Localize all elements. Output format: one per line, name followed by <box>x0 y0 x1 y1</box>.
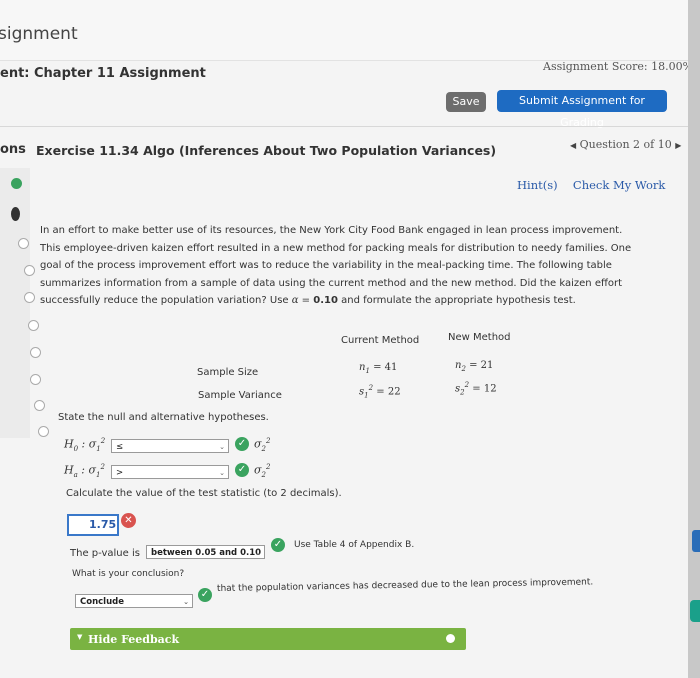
side-tab[interactable] <box>690 600 700 622</box>
problem-line: successfully reduce the population varia… <box>40 295 576 306</box>
question-status-icon[interactable] <box>11 178 22 189</box>
side-tab[interactable] <box>692 530 700 552</box>
save-button[interactable]: Save <box>446 92 486 112</box>
column-header-new: New Method <box>448 332 511 343</box>
problem-line: summarizes information from a sample of … <box>40 277 623 289</box>
pvalue-note: Use Table 4 of Appendix B. <box>294 540 415 550</box>
s1-value: s12 = 22 <box>359 384 401 400</box>
pvalue-select[interactable]: between 0.05 and 0.10 ⌄ <box>146 545 265 559</box>
ha-operator-select[interactable]: > ⌄ <box>111 465 229 479</box>
s2-value: s22 = 12 <box>455 381 497 397</box>
sidebar-tab-questions[interactable]: ons <box>0 142 26 157</box>
submit-assignment-button[interactable]: Submit Assignment for Grading <box>497 90 667 129</box>
exercise-title: Exercise 11.34 Algo (Inferences About Tw… <box>36 143 497 158</box>
feedback-toggle-icon[interactable] <box>446 634 455 643</box>
question-status-icon[interactable] <box>30 347 41 358</box>
hide-feedback-button[interactable]: Hide Feedback <box>70 628 466 650</box>
question-status-icon[interactable] <box>11 207 20 221</box>
n2-value: n2 = 21 <box>455 360 494 373</box>
correct-check-icon: ✓ <box>198 588 212 602</box>
problem-statement: In an effort to make better use of its r… <box>40 222 660 310</box>
hypotheses-prompt: State the null and alternative hypothese… <box>58 412 269 423</box>
problem-line: This employee-driven kaizen effort resul… <box>40 242 632 254</box>
correct-check-icon: ✓ <box>235 437 249 451</box>
divider <box>0 126 688 127</box>
column-header-current: Current Method <box>341 335 420 346</box>
question-status-icon[interactable] <box>34 400 45 411</box>
correct-check-icon: ✓ <box>271 538 285 552</box>
window-title: signment <box>0 24 78 44</box>
n1-value: n1 = 41 <box>359 362 398 375</box>
question-navigation: ◀ Question 2 of 10 ▶ <box>570 138 681 151</box>
question-status-icon[interactable] <box>18 238 29 249</box>
row-label-sample-variance: Sample Variance <box>198 390 282 401</box>
question-status-icon[interactable] <box>24 265 35 276</box>
test-statistic-input[interactable]: 1.75 <box>67 514 119 536</box>
help-links: Hint(s) Check My Work <box>517 178 665 192</box>
question-status-icon[interactable] <box>30 374 41 385</box>
assignment-score: Assignment Score: 18.00% <box>543 60 694 73</box>
h0-operator-select[interactable]: ≤ ⌄ <box>111 439 229 453</box>
incorrect-x-icon: ✕ <box>121 513 136 528</box>
question-status-icon[interactable] <box>38 426 49 437</box>
caret-down-icon: ▼ <box>77 633 83 641</box>
ha-rhs: σ22 <box>254 463 271 479</box>
statistic-prompt: Calculate the value of the test statisti… <box>66 488 342 499</box>
assignment-title: ent: Chapter 11 Assignment <box>0 66 206 81</box>
correct-check-icon: ✓ <box>235 463 249 477</box>
problem-line: In an effort to make better use of its r… <box>40 225 623 236</box>
triangle-left-icon[interactable]: ◀ <box>570 141 576 150</box>
top-bar <box>0 0 688 61</box>
triangle-right-icon[interactable]: ▶ <box>675 141 681 150</box>
alpha-value: 0.10 <box>313 295 338 306</box>
question-status-icon[interactable] <box>28 320 39 331</box>
hints-link[interactable]: Hint(s) <box>517 178 558 192</box>
check-my-work-link[interactable]: Check My Work <box>573 178 665 192</box>
adjacent-window-edge <box>688 0 700 678</box>
question-counter: Question 2 of 10 <box>579 138 672 151</box>
problem-line: goal of the process improvement effort w… <box>40 260 612 271</box>
ha-label: Ha : σ12 <box>64 463 105 479</box>
row-label-sample-size: Sample Size <box>197 367 259 378</box>
h0-label: H0 : σ12 <box>64 437 106 453</box>
conclusion-select[interactable]: Conclude ⌄ <box>75 594 193 608</box>
pvalue-prefix: The p-value is <box>70 548 140 559</box>
h0-rhs: σ22 <box>254 437 271 453</box>
question-status-icon[interactable] <box>24 292 35 303</box>
conclusion-prompt: What is your conclusion? <box>72 569 185 579</box>
